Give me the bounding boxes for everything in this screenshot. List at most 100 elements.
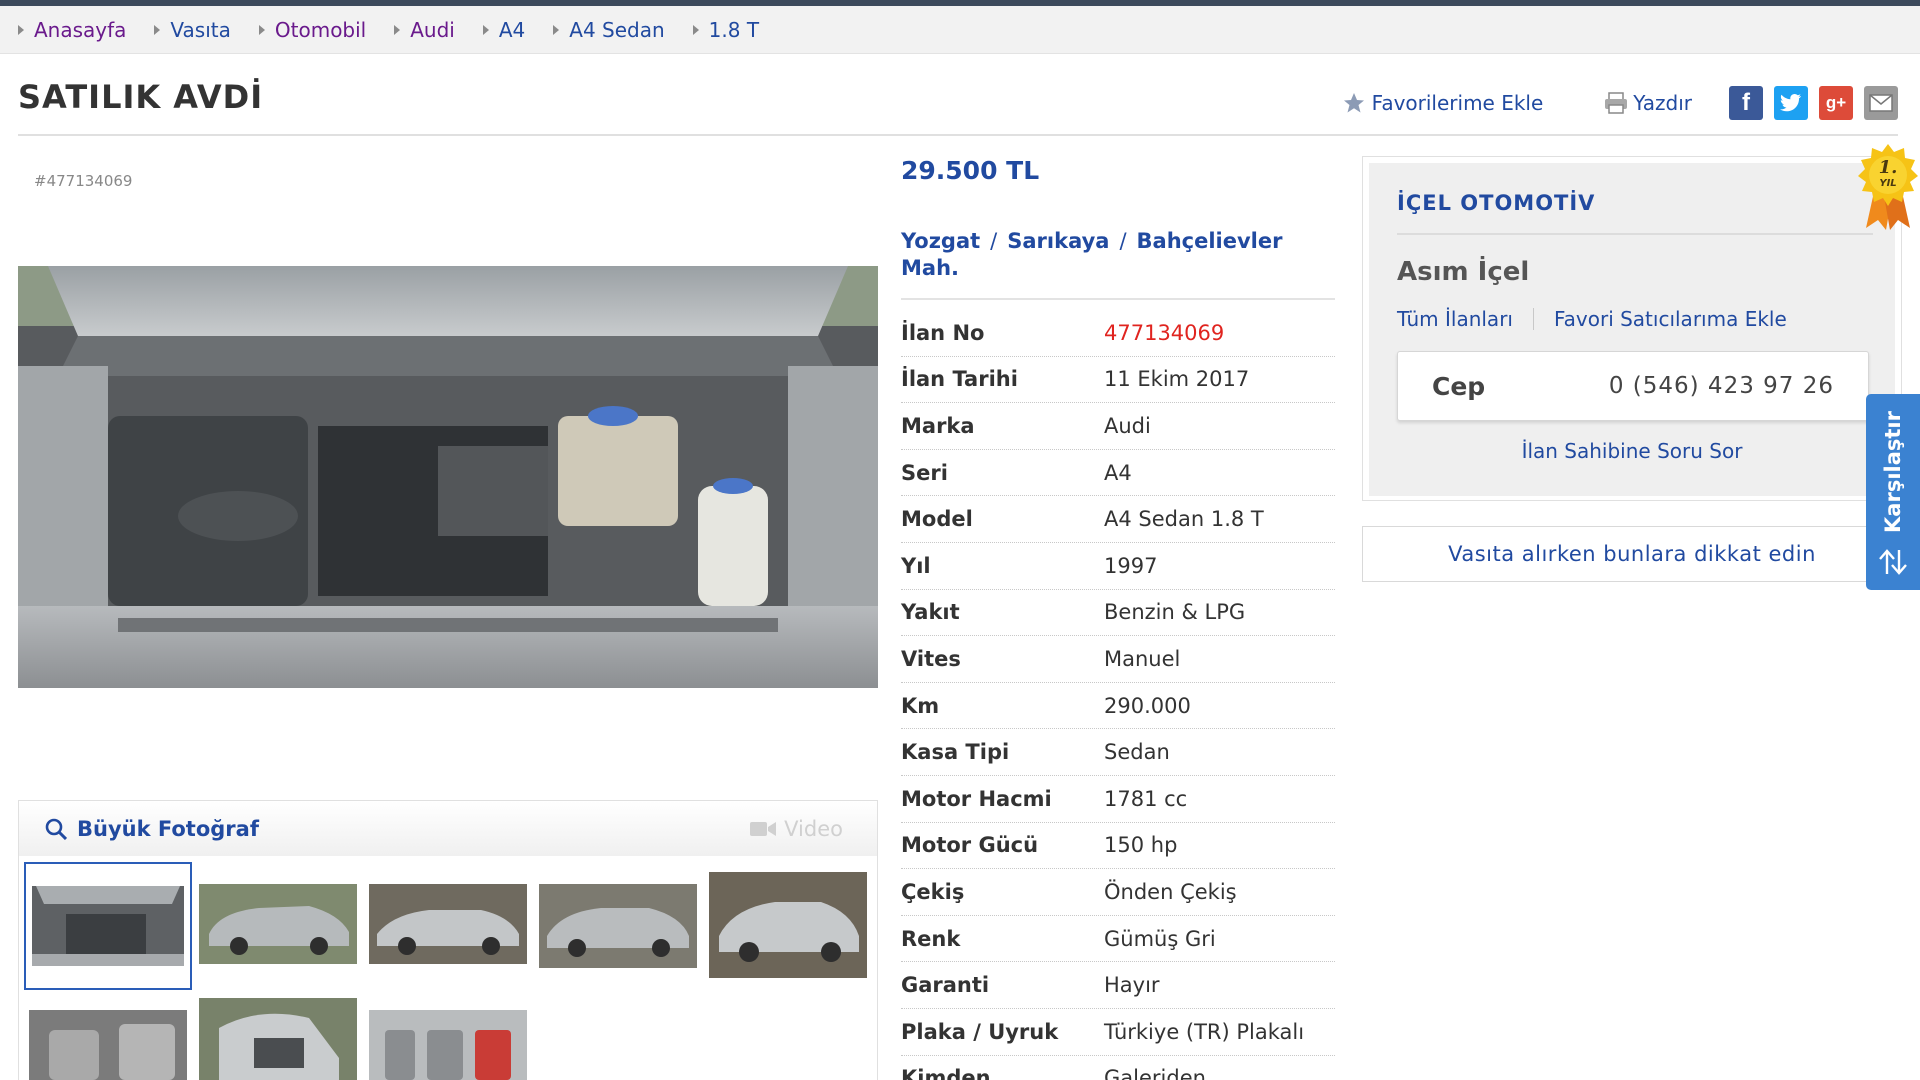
thumbnail[interactable]: [29, 1010, 187, 1080]
spec-row: Marka Audi: [901, 403, 1335, 450]
spec-row: İlan Tarihi 11 Ekim 2017: [901, 357, 1335, 404]
main-photo[interactable]: [18, 266, 878, 688]
spec-row: Motor Gücü 150 hp: [901, 823, 1335, 870]
thumbnail-image: [199, 998, 357, 1080]
add-to-favorites-button[interactable]: Favorilerime Ekle: [1342, 91, 1543, 115]
big-photo-button[interactable]: Büyük Fotoğraf: [45, 817, 259, 841]
twitter-share-button[interactable]: [1774, 86, 1808, 120]
search-icon: [45, 818, 67, 840]
breadcrumb-arrow-icon: [154, 25, 161, 35]
add-favorite-seller-link[interactable]: Favori Satıcılarıma Ekle: [1554, 307, 1787, 331]
thumbnail[interactable]: [539, 884, 697, 968]
googleplus-share-button[interactable]: g+: [1819, 86, 1853, 120]
twitter-icon: [1780, 94, 1801, 112]
spec-value: Önden Çekiş: [1104, 879, 1237, 904]
location-divider: [901, 298, 1335, 300]
breadcrumb-item[interactable]: Vasıta: [154, 18, 231, 42]
compare-label: Karşılaştır: [1881, 411, 1905, 533]
spec-row: Kasa Tipi Sedan: [901, 729, 1335, 776]
googleplus-icon: g+: [1825, 93, 1847, 112]
store-divider: [1397, 233, 1873, 235]
phone-box[interactable]: Cep 0 (546) 423 97 26: [1397, 351, 1869, 421]
spec-value: Hayır: [1104, 973, 1160, 998]
spec-row: Plaka / Uyruk Türkiye (TR) Plakalı: [901, 1009, 1335, 1056]
gallery-toolbar: Büyük Fotoğraf Video: [18, 800, 878, 856]
spec-value: Gümüş Gri: [1104, 926, 1216, 951]
printer-icon: [1605, 92, 1628, 114]
location-district[interactable]: Sarıkaya: [1007, 229, 1109, 253]
thumbnail[interactable]: [199, 998, 357, 1080]
thumbnail[interactable]: [24, 862, 192, 990]
badge-number: 1.: [1879, 157, 1898, 178]
spec-row: Vites Manuel: [901, 636, 1335, 683]
breadcrumb-item[interactable]: Audi: [394, 18, 455, 42]
spec-row: Garanti Hayır: [901, 962, 1335, 1009]
spec-value: A4 Sedan 1.8 T: [1104, 507, 1264, 532]
breadcrumb-item[interactable]: A4: [482, 18, 525, 42]
spec-row: Yıl 1997: [901, 543, 1335, 590]
spec-label: Çekiş: [901, 879, 965, 904]
breadcrumb-item[interactable]: 1.8 T: [692, 18, 759, 42]
thumbnail-image: [26, 864, 190, 988]
location-separator: /: [1119, 229, 1127, 253]
spec-label: Yıl: [901, 553, 931, 578]
breadcrumb-arrow-icon: [258, 25, 265, 35]
price: 29.500 TL: [901, 156, 1040, 185]
spec-row: Kimden Galeriden: [901, 1056, 1335, 1080]
breadcrumb-item[interactable]: Otomobil: [258, 18, 366, 42]
location-city[interactable]: Yozgat: [901, 229, 980, 253]
spec-label: Motor Gücü: [901, 833, 1039, 858]
facebook-icon: f: [1742, 89, 1750, 116]
link-separator: [1532, 308, 1534, 330]
ask-seller-link[interactable]: İlan Sahibine Soru Sor: [1369, 439, 1895, 463]
facebook-share-button[interactable]: f: [1729, 86, 1763, 120]
thumbnail[interactable]: [369, 1010, 527, 1080]
thumbnail[interactable]: [199, 884, 357, 964]
thumbnail-image: [369, 884, 527, 964]
spec-label: Renk: [901, 926, 961, 951]
engine-bay-photo: [18, 266, 878, 688]
phone-label: Cep: [1432, 372, 1486, 401]
seller-links: Tüm İlanları Favori Satıcılarıma Ekle: [1397, 307, 1787, 331]
phone-number: 0 (546) 423 97 26: [1608, 373, 1834, 399]
all-listings-link[interactable]: Tüm İlanları: [1397, 307, 1513, 331]
spec-label: İlan No: [901, 320, 985, 345]
spec-row: Yakıt Benzin & LPG: [901, 590, 1335, 637]
compare-tab[interactable]: Karşılaştır: [1866, 394, 1920, 590]
breadcrumb-arrow-icon: [482, 25, 489, 35]
seller-card-inner: İÇEL OTOMOTİV Asım İçel Tüm İlanları Fav…: [1369, 163, 1895, 496]
thumbnail-strip: [18, 856, 878, 1080]
thumbnail[interactable]: [709, 872, 867, 978]
email-share-button[interactable]: [1864, 86, 1898, 120]
seller-name: Asım İçel: [1397, 257, 1530, 287]
spec-label: Marka: [901, 413, 975, 438]
breadcrumb-item[interactable]: Anasayfa: [18, 18, 126, 42]
breadcrumb-arrow-icon: [692, 25, 699, 35]
spec-value: Galeriden: [1104, 1066, 1206, 1080]
spec-value: 11 Ekim 2017: [1104, 367, 1250, 392]
spec-value: Manuel: [1104, 646, 1181, 671]
spec-value: 1997: [1104, 553, 1158, 578]
spec-row: İlan No 477134069: [901, 310, 1335, 357]
spec-value: Sedan: [1104, 740, 1170, 765]
spec-value: 1781 cc: [1104, 786, 1188, 811]
store-name[interactable]: İÇEL OTOMOTİV: [1397, 191, 1595, 215]
thumbnail-image: [369, 1010, 527, 1080]
thumbnail-image: [29, 1010, 187, 1080]
spec-value: 150 hp: [1104, 833, 1178, 858]
thumbnail-image: [709, 872, 867, 978]
thumbnail[interactable]: [369, 884, 527, 964]
page-title: SATILIK AVDİ: [18, 78, 264, 116]
spec-value: A4: [1104, 460, 1132, 485]
buying-advice-link[interactable]: Vasıta alırken bunlara dikkat edin: [1362, 526, 1902, 582]
spec-label: Model: [901, 507, 973, 532]
spec-label: Garanti: [901, 973, 990, 998]
breadcrumb-item[interactable]: A4 Sedan: [553, 18, 665, 42]
spec-row: Çekiş Önden Çekiş: [901, 869, 1335, 916]
seller-card: İÇEL OTOMOTİV Asım İçel Tüm İlanları Fav…: [1362, 156, 1902, 501]
spec-label: Motor Hacmi: [901, 786, 1052, 811]
breadcrumb-arrow-icon: [394, 25, 401, 35]
print-button[interactable]: Yazdır: [1603, 91, 1692, 115]
spec-label: Vites: [901, 646, 961, 671]
swap-arrows-icon: [1879, 549, 1907, 575]
